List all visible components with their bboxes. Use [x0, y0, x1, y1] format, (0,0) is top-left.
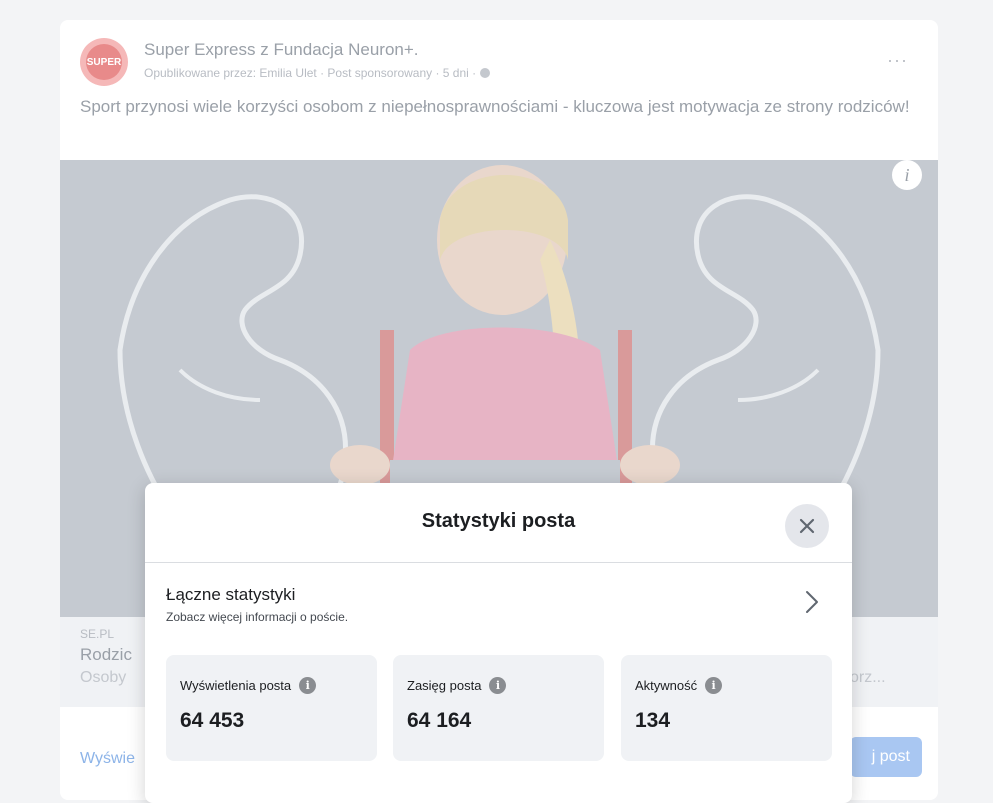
total-stats-row[interactable]: Łączne statystyki Zobacz więcej informac…: [145, 563, 852, 633]
stat-card-reach: Zasięg posta i 64 164: [393, 655, 604, 761]
stat-value-views: 64 453: [180, 709, 245, 732]
link-domain: SE.PL: [80, 627, 115, 641]
page-name[interactable]: Super Express z Fundacja Neuron+.: [144, 40, 419, 60]
close-icon: [799, 518, 815, 534]
close-button[interactable]: [785, 504, 829, 548]
stat-card-views: Wyświetlenia posta i 64 453: [166, 655, 377, 761]
stat-value-reach: 64 164: [407, 709, 472, 732]
post-header: SUPER Super Express z Fundacja Neuron+. …: [80, 34, 918, 94]
info-icon[interactable]: i: [705, 677, 723, 694]
modal-title: Statystyki posta: [421, 510, 576, 532]
post-stats-modal: Statystyki posta Łączne statystyki Zobac…: [145, 483, 852, 803]
info-icon[interactable]: i: [489, 677, 507, 694]
link-title: Rodzic: [80, 645, 132, 664]
total-stats-subtitle: Zobacz więcej informacji o poście.: [166, 610, 349, 624]
globe-icon: [480, 68, 491, 78]
chevron-right-icon: [806, 591, 818, 613]
stat-card-engagement: Aktywność i 134: [621, 655, 832, 761]
stat-label-views: Wyświetlenia posta: [180, 678, 292, 693]
stat-value-engagement: 134: [635, 709, 671, 732]
see-results-link[interactable]: Wyświe: [80, 750, 135, 768]
post-meta: Opublikowane przez: Emilia Ulet · Post s…: [144, 66, 491, 80]
promote-post-button[interactable]: j post: [850, 737, 922, 777]
post-meta-text: Opublikowane przez: Emilia Ulet · Post s…: [144, 66, 477, 80]
total-stats-title: Łączne statystyki: [166, 585, 296, 604]
image-info-icon[interactable]: i: [892, 160, 922, 190]
page-avatar[interactable]: SUPER: [80, 38, 128, 86]
stat-label-reach: Zasięg posta: [407, 678, 482, 693]
info-icon[interactable]: i: [299, 677, 317, 694]
post-text: Sport przynosi wiele korzyści osobom z n…: [80, 97, 910, 116]
link-description: Osoby: [80, 669, 127, 686]
more-options-icon[interactable]: ···: [887, 50, 908, 71]
avatar-logo: SUPER: [86, 44, 122, 80]
stat-label-engagement: Aktywność: [635, 678, 698, 693]
link-description-tail: orz...: [850, 669, 886, 686]
